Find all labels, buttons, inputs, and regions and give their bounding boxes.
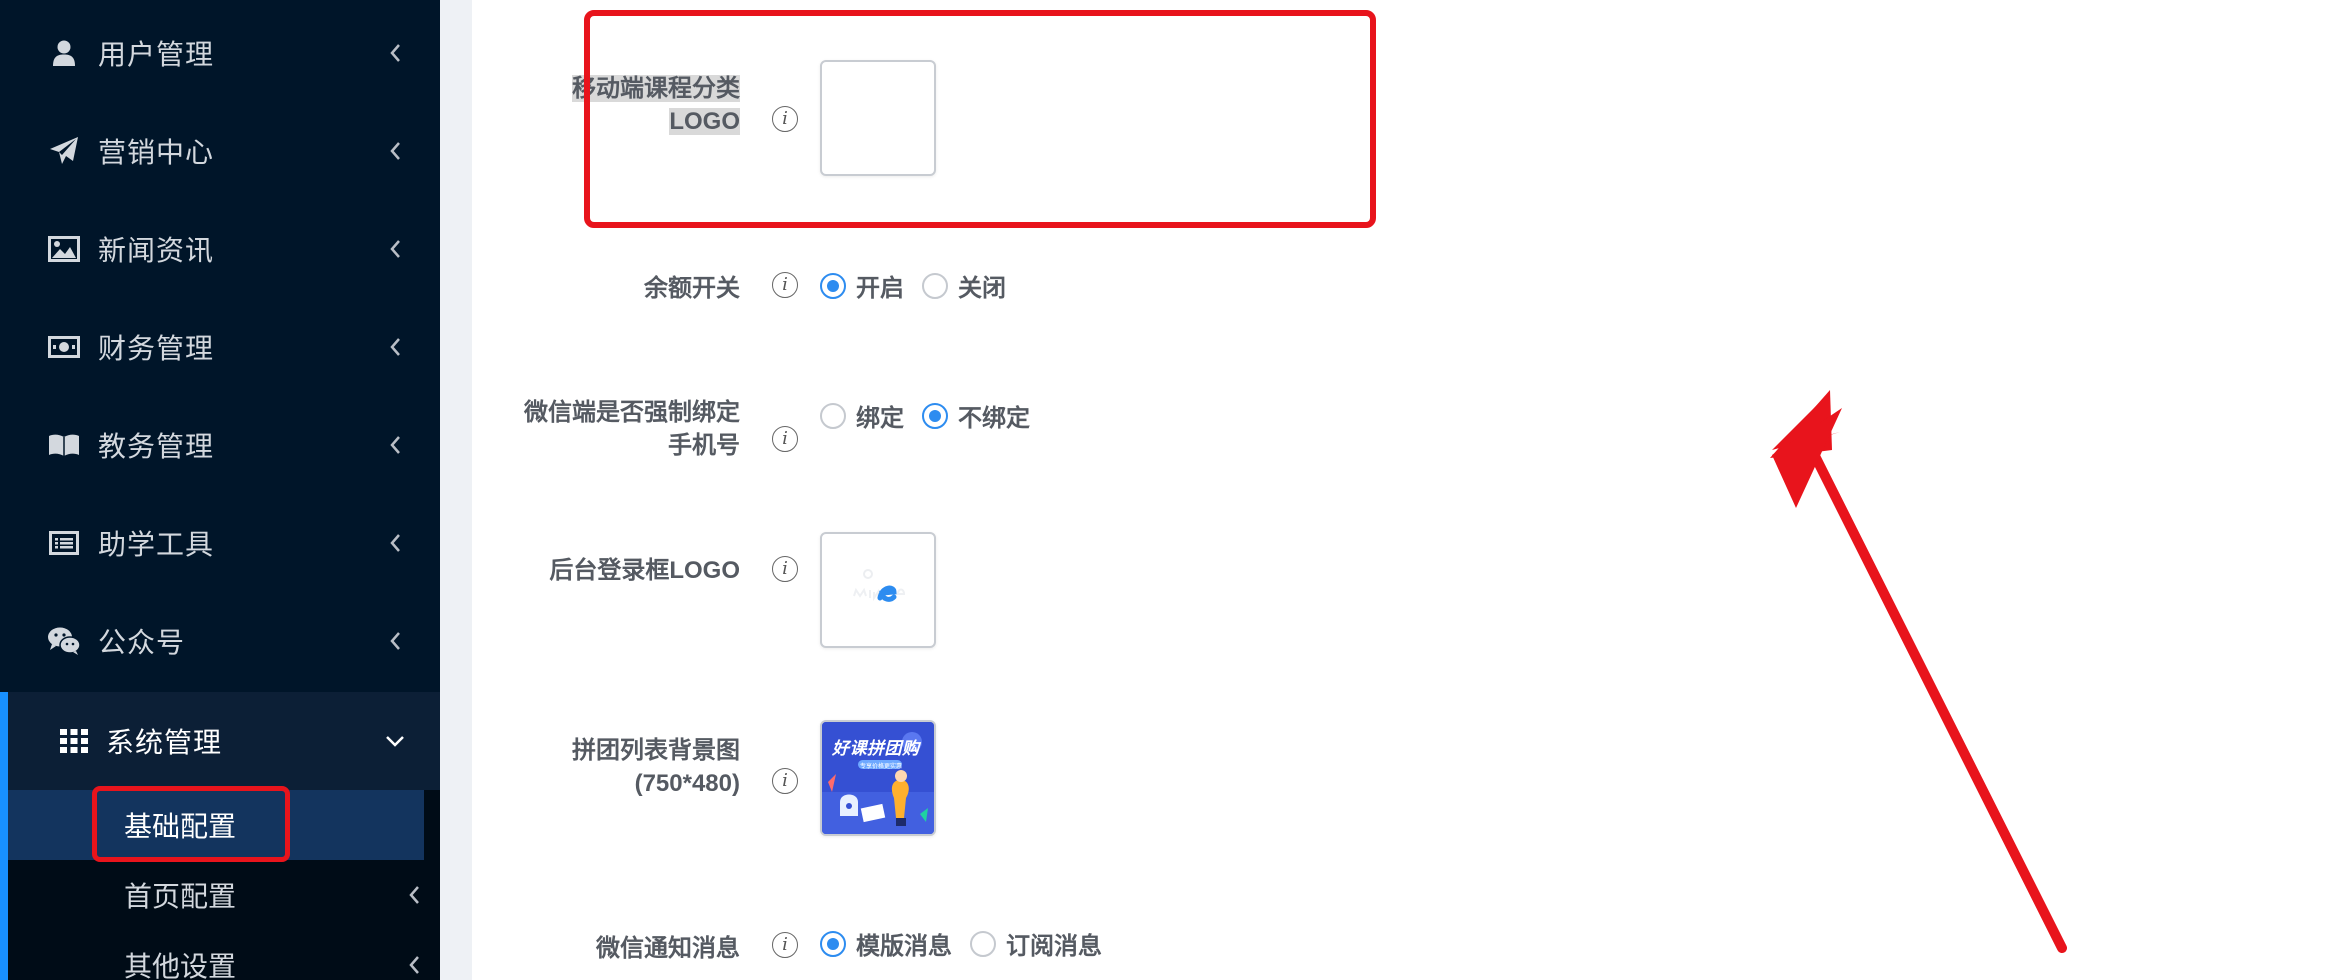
sidebar-item-label: 营销中心 (98, 137, 215, 168)
sidebar-item-label: 公众号 (98, 627, 186, 658)
money-icon (46, 329, 82, 365)
label-line: (750*480) (634, 770, 740, 797)
sidebar-item-system-management[interactable]: 系统管理 (0, 692, 440, 790)
chevron-left-icon (384, 140, 406, 162)
radio-template-message[interactable]: 模版消息 (820, 926, 952, 961)
chevron-left-icon (384, 42, 406, 64)
sidebar-item-finance[interactable]: 财务管理 (0, 298, 440, 396)
radio-enable[interactable]: 开启 (820, 268, 904, 303)
form-label: 微信通知消息 (596, 935, 740, 962)
chevron-left-icon (384, 434, 406, 456)
info-icon[interactable]: i (772, 932, 798, 958)
sidebar-item-study-tools[interactable]: 助学工具 (0, 494, 440, 592)
radio-bind[interactable]: 绑定 (820, 398, 904, 433)
balance-switch-radio-group: 开启 关闭 (820, 268, 1024, 303)
banner-title: 好课拼团购 (832, 739, 920, 758)
banner-subtitle: 专享价格更实惠 (860, 764, 903, 770)
user-icon (46, 35, 82, 71)
sidebar-subitem-label: 首页配置 (124, 881, 237, 912)
sidebar-item-label: 助学工具 (98, 529, 215, 560)
sidebar-item-user-management[interactable]: 用户管理 (0, 4, 440, 102)
sidebar-subitem-label: 基础配置 (124, 811, 237, 842)
radio-circle (970, 930, 996, 957)
sidebar-item-label: 系统管理 (106, 727, 223, 758)
radio-label: 订阅消息 (1006, 933, 1102, 960)
label-line: LOGO (669, 108, 740, 135)
info-icon[interactable]: i (772, 556, 798, 582)
chevron-left-icon (404, 955, 424, 975)
form-label: 余额开关 (644, 275, 740, 302)
annotation-arrow (1770, 390, 2067, 953)
sidebar-item-academic[interactable]: 教务管理 (0, 396, 440, 494)
radio-label: 模版消息 (856, 933, 952, 960)
info-icon[interactable]: i (772, 272, 798, 298)
book-icon (46, 427, 82, 463)
sidebar-item-label: 新闻资讯 (98, 235, 215, 266)
sidebar-item-label: 教务管理 (98, 431, 215, 462)
logo-thumbnail-icon (853, 569, 906, 602)
form-label: 拼团列表背景图 (750*480) (440, 734, 740, 800)
form-label: 移动端课程分类 LOGO (440, 72, 740, 138)
list-icon (46, 525, 82, 561)
radio-label: 关闭 (958, 275, 1006, 302)
sidebar-item-label: 财务管理 (98, 333, 215, 364)
info-icon[interactable]: i (772, 426, 798, 452)
chevron-left-icon (384, 336, 406, 358)
info-icon[interactable]: i (772, 106, 798, 132)
label-line: 拼团列表背景图 (572, 737, 740, 764)
sidebar-subitem-label: 其他设置 (124, 951, 237, 980)
radio-subscribe-message[interactable]: 订阅消息 (970, 926, 1102, 961)
image-icon (46, 231, 82, 267)
form-label: 后台登录框LOGO (549, 557, 740, 584)
sidebar-subitem-home-config[interactable]: 首页配置 (8, 860, 424, 930)
sidebar-subitem-other-settings[interactable]: 其他设置 (8, 930, 424, 980)
chevron-left-icon (404, 885, 424, 905)
radio-label: 开启 (856, 275, 904, 302)
wechat-icon (46, 623, 82, 659)
settings-form-panel: 移动端课程分类 LOGO i 余额开关 i 开启 关闭 微信端是否强制绑定 手机… (472, 0, 2336, 980)
sidebar-item-official-account[interactable]: 公众号 (0, 592, 440, 690)
label-line: 移动端课程分类 (572, 75, 740, 102)
radio-circle (922, 402, 948, 429)
radio-no-bind[interactable]: 不绑定 (922, 398, 1030, 433)
form-label: 微信端是否强制绑定 手机号 (440, 396, 740, 462)
system-submenu: 基础配置 首页配置 其他设置 (0, 790, 440, 980)
radio-circle (820, 272, 846, 299)
radio-circle (922, 272, 948, 299)
group-bg-upload[interactable]: 好课拼团购 专享价格更实惠 (820, 720, 936, 836)
wechat-bind-radio-group: 绑定 不绑定 (820, 398, 1048, 433)
label-line: 微信端是否强制绑定 (524, 399, 740, 426)
radio-label: 不绑定 (958, 405, 1030, 432)
chevron-left-icon (384, 630, 406, 652)
sidebar-subitem-basic-config[interactable]: 基础配置 (8, 790, 424, 860)
chevron-down-icon (384, 730, 406, 752)
chevron-left-icon (384, 238, 406, 260)
sidebar-item-label: 用户管理 (98, 39, 215, 70)
radio-disable[interactable]: 关闭 (922, 268, 1006, 303)
sidebar: 用户管理 营销中心 新闻资讯 财务管理 教务管理 助学工具 公众号 系统管理 基… (0, 0, 440, 980)
sidebar-item-marketing[interactable]: 营销中心 (0, 102, 440, 200)
paper-plane-icon (46, 133, 82, 169)
chevron-left-icon (384, 532, 406, 554)
radio-circle (820, 402, 846, 429)
wechat-notice-radio-group: 模版消息 订阅消息 (820, 926, 1120, 961)
mobile-logo-upload[interactable] (820, 60, 936, 176)
info-icon[interactable]: i (772, 768, 798, 794)
admin-login-logo-upload[interactable] (820, 532, 936, 648)
radio-circle (820, 930, 846, 957)
sidebar-item-news[interactable]: 新闻资讯 (0, 200, 440, 298)
label-line: 手机号 (668, 432, 740, 459)
radio-label: 绑定 (856, 405, 904, 432)
grid-icon (56, 723, 92, 759)
